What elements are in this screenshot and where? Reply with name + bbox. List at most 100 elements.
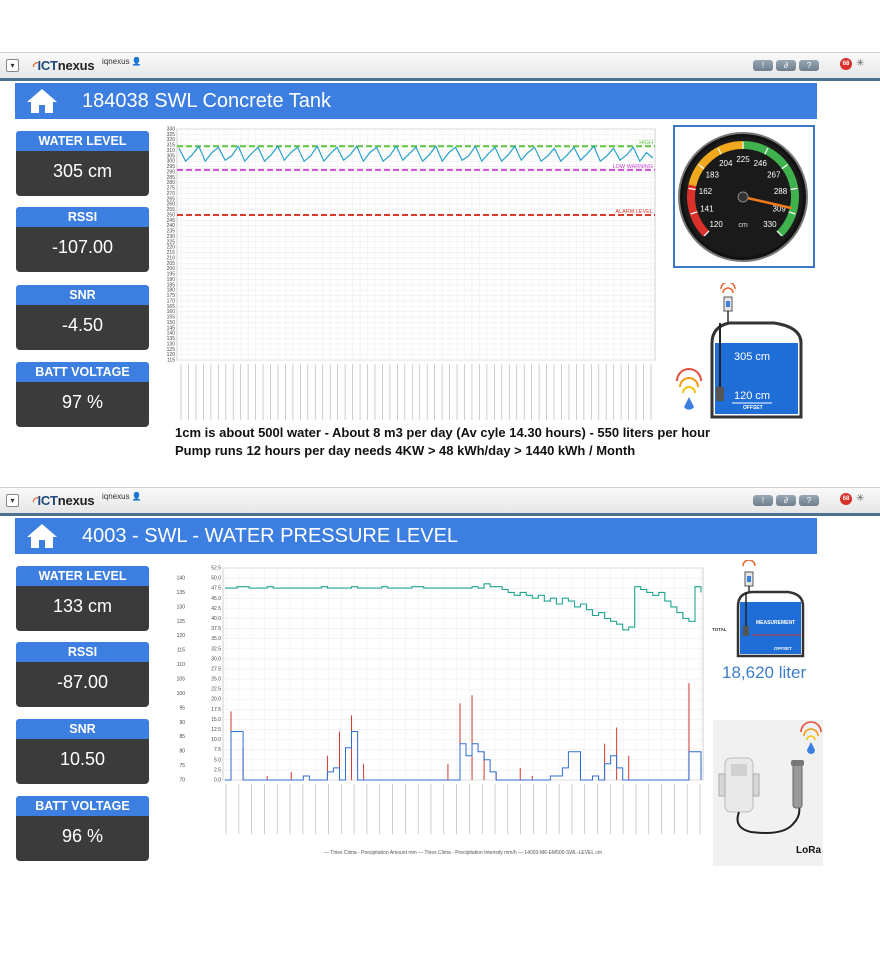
y-tick-label: 190 bbox=[167, 277, 176, 283]
y-right-tick-label: 45.0 bbox=[211, 596, 221, 602]
y-right-tick-label: 15.0 bbox=[211, 717, 221, 723]
home-icon[interactable] bbox=[25, 522, 59, 550]
y-tick-label: 145 bbox=[167, 325, 176, 331]
gauge-tick-label: 183 bbox=[706, 171, 720, 180]
app-logo: ◜ICTnexus bbox=[33, 493, 95, 508]
y-left-tick-label: 70 bbox=[179, 778, 185, 784]
y-right-tick-label: 2.5 bbox=[214, 767, 221, 773]
tank-illustration-2: MEASUREMENT OFFSET TOTAL bbox=[712, 560, 805, 658]
threshold-label: LOW WARNING bbox=[613, 164, 653, 170]
y-tick-label: 230 bbox=[167, 234, 176, 240]
y-tick-label: 320 bbox=[167, 137, 176, 143]
y-tick-label: 170 bbox=[167, 298, 176, 304]
y-left-tick-label: 125 bbox=[177, 619, 186, 625]
y-left-tick-label: 105 bbox=[177, 677, 186, 683]
y-tick-label: 185 bbox=[167, 282, 176, 288]
chevron-down-icon[interactable]: ▾ bbox=[6, 59, 19, 72]
y-tick-label: 200 bbox=[167, 266, 176, 272]
y-tick-label: 280 bbox=[167, 180, 176, 186]
y-tick-label: 115 bbox=[167, 358, 175, 364]
y-left-tick-label: 140 bbox=[177, 576, 186, 582]
plot-area bbox=[176, 128, 656, 361]
y-right-tick-label: 40.0 bbox=[211, 616, 221, 622]
help-button[interactable]: ? bbox=[799, 495, 819, 506]
page-title-2: 4003 - SWL - WATER PRESSURE LEVEL bbox=[82, 525, 459, 547]
pressure-level-chart[interactable]: 0.0 2.5 5.0 7.5 10.0 12.5 15.0 17.5 20.0 22.5 25.0… bbox=[163, 562, 708, 862]
card-label: WATER LEVEL bbox=[16, 131, 149, 151]
y-tick-label: 205 bbox=[167, 261, 176, 267]
y-tick-label: 225 bbox=[167, 239, 176, 245]
gauge-unit: cm bbox=[738, 222, 748, 229]
username[interactable]: iqnexus 👤 bbox=[102, 492, 142, 501]
y-left-tick-label: 120 bbox=[177, 633, 186, 639]
sparkle-icon[interactable]: ✳ bbox=[856, 493, 864, 504]
sparkle-icon[interactable]: ✳ bbox=[856, 58, 864, 69]
y-left-tick-label: 130 bbox=[177, 604, 186, 610]
username[interactable]: iqnexus 👤 bbox=[102, 57, 142, 66]
app-logo: ◜ICTnexus bbox=[33, 58, 95, 73]
y-right-tick-label: 0.0 bbox=[214, 778, 221, 784]
tank-illustration: 305 cm 120 cm OFFSET bbox=[676, 283, 803, 419]
y-tick-label: 165 bbox=[167, 304, 176, 310]
note-line-2: Pump runs 12 hours per day needs 4KW > 4… bbox=[175, 443, 636, 458]
y-right-tick-label: 32.5 bbox=[211, 646, 221, 652]
y-right-tick-label: 52.5 bbox=[211, 566, 221, 572]
y-right-tick-label: 7.5 bbox=[214, 747, 221, 753]
y-right-tick-label: 37.5 bbox=[211, 626, 221, 632]
y-tick-label: 180 bbox=[167, 288, 176, 294]
panel-title-bar: 184038 SWL Concrete Tank bbox=[15, 83, 817, 119]
y-tick-label: 300 bbox=[167, 159, 176, 165]
sensor-icon bbox=[720, 283, 736, 323]
y-tick-label: 330 bbox=[167, 127, 176, 133]
link-button[interactable]: ∂ bbox=[776, 495, 796, 506]
card-label: RSSI bbox=[16, 642, 149, 662]
plot-area bbox=[222, 567, 704, 781]
y-right-tick-label: 10.0 bbox=[211, 737, 221, 743]
y-right-tick-label: 12.5 bbox=[211, 727, 221, 733]
y-tick-label: 125 bbox=[167, 347, 176, 353]
y-left-tick-label: 115 bbox=[177, 648, 185, 654]
gauge-tick-label: 267 bbox=[767, 171, 781, 180]
y-tick-label: 310 bbox=[167, 148, 176, 154]
y-tick-label: 155 bbox=[167, 315, 176, 321]
gauge-tick-label: 204 bbox=[719, 159, 733, 168]
chevron-down-icon[interactable]: ▾ bbox=[6, 494, 19, 507]
notification-badge[interactable]: 68 bbox=[840, 493, 852, 505]
toolbar-rule bbox=[0, 78, 880, 81]
help-button[interactable]: ? bbox=[799, 60, 819, 71]
y-tick-label: 240 bbox=[167, 223, 176, 229]
gauge-tick-label: 288 bbox=[774, 187, 788, 196]
y-left-tick-label: 135 bbox=[177, 590, 186, 596]
lora-device-image: LoRa bbox=[713, 720, 823, 866]
chart-legend: — Thies Clima - Precipitation Amount mm … bbox=[324, 850, 602, 856]
alert-button[interactable]: ! bbox=[753, 60, 773, 71]
y-tick-label: 270 bbox=[167, 191, 176, 197]
help-icon: ? bbox=[806, 496, 812, 505]
y-right-tick-label: 30.0 bbox=[211, 656, 221, 662]
card-value: -107.00 bbox=[16, 227, 149, 272]
card-value: 96 % bbox=[16, 816, 149, 861]
y-tick-label: 215 bbox=[167, 250, 176, 256]
y-tick-label: 140 bbox=[167, 331, 176, 337]
card-value: 133 cm bbox=[16, 586, 149, 631]
card-value: -87.00 bbox=[16, 662, 149, 707]
card-label: WATER LEVEL bbox=[16, 566, 149, 586]
notification-badge[interactable]: 68 bbox=[840, 58, 852, 70]
threshold-label: ALARM LEVEL bbox=[615, 209, 653, 215]
app-toolbar-2: ▾ ◜ICTnexus iqnexus 👤 ! ∂ ? 68 ✳ bbox=[0, 487, 880, 516]
alert-icon: ! bbox=[761, 496, 765, 505]
panel-title-bar-2: 4003 - SWL - WATER PRESSURE LEVEL bbox=[15, 518, 817, 554]
y-tick-label: 305 bbox=[167, 153, 176, 159]
offset-caption: OFFSET bbox=[743, 405, 763, 411]
y-tick-label: 220 bbox=[167, 245, 176, 251]
total-caption: TOTAL bbox=[712, 627, 727, 632]
link-button[interactable]: ∂ bbox=[776, 60, 796, 71]
y-right-tick-label: 25.0 bbox=[211, 677, 221, 683]
help-icon: ? bbox=[806, 61, 812, 70]
alert-button[interactable]: ! bbox=[753, 495, 773, 506]
gauge-tick-label: 120 bbox=[709, 220, 723, 229]
home-icon[interactable] bbox=[25, 87, 59, 115]
card-label: BATT VOLTAGE bbox=[16, 362, 149, 382]
tank-level-chart[interactable]: 1151201251301351401451501551601651701751… bbox=[163, 126, 658, 422]
tank-offset-label: 120 cm bbox=[734, 390, 770, 402]
